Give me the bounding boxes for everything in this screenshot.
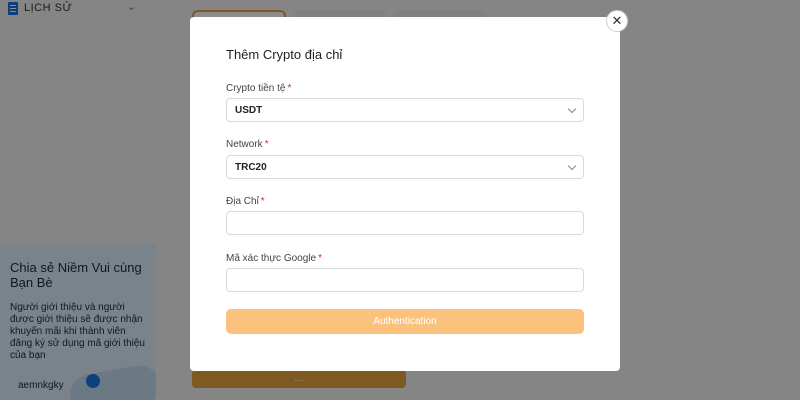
required-mark: * xyxy=(287,83,292,94)
network-label: Network * xyxy=(226,139,269,150)
chevron-down-icon xyxy=(567,104,577,113)
currency-select[interactable]: USDT xyxy=(226,98,584,122)
address-field[interactable] xyxy=(226,211,584,235)
google-code-input[interactable] xyxy=(235,269,575,291)
required-mark: * xyxy=(260,196,265,207)
network-select-value: TRC20 xyxy=(235,161,267,173)
google-code-label: Mã xác thực Google * xyxy=(226,253,322,264)
google-code-field[interactable] xyxy=(226,268,584,292)
close-icon[interactable]: ✕ xyxy=(606,10,628,32)
authentication-button[interactable]: Authentication xyxy=(226,309,584,334)
required-mark: * xyxy=(318,253,322,264)
chevron-down-icon xyxy=(567,161,577,170)
network-select[interactable]: TRC20 xyxy=(226,155,584,179)
address-label: Địa Chỉ * xyxy=(226,196,265,207)
currency-label: Crypto tiền tệ * xyxy=(226,83,292,94)
required-mark: * xyxy=(264,139,269,150)
address-input[interactable] xyxy=(235,212,575,234)
add-crypto-address-modal: Thêm Crypto địa chỉ Crypto tiền tệ * USDT… xyxy=(190,17,620,371)
modal-title: Thêm Crypto địa chỉ xyxy=(226,47,343,62)
currency-select-value: USDT xyxy=(235,104,263,116)
